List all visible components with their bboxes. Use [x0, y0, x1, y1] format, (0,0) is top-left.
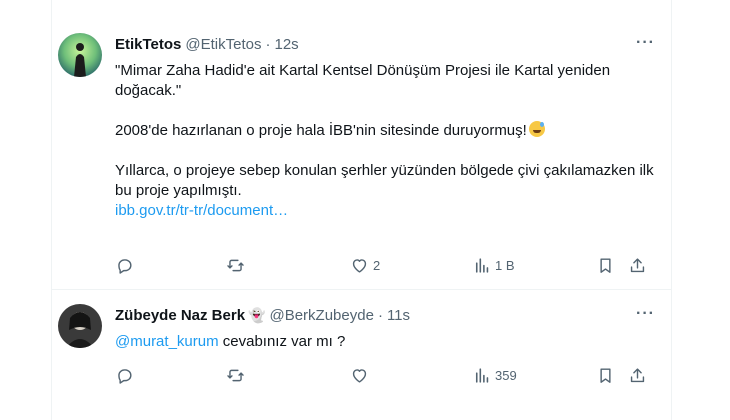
reply-icon	[118, 369, 132, 384]
reply-icon	[118, 259, 132, 274]
share-icon	[630, 368, 645, 383]
tweet-header: EtikTetos @EtikTetos · 12s	[115, 36, 299, 53]
retweet-button[interactable]	[226, 256, 245, 275]
retweet-button[interactable]	[226, 366, 245, 385]
separator-dot: ·	[265, 36, 271, 53]
timestamp[interactable]: 11s	[387, 307, 410, 324]
mention-link[interactable]: @murat_kurum	[115, 333, 219, 350]
like-icon	[352, 369, 367, 383]
tweet-link[interactable]: ibb.gov.tr/tr-tr/document…	[115, 202, 288, 219]
retweet-icon	[227, 369, 244, 382]
more-options-icon[interactable]: ···	[636, 305, 655, 323]
like-icon	[352, 259, 367, 273]
tweet-paragraph-text: 2008'de hazırlanan o proje hala İBB'nin …	[115, 122, 527, 139]
tweet-paragraph: Yıllarca, o projeye sebep konulan şerhle…	[115, 162, 654, 199]
bookmark-icon	[600, 368, 611, 383]
views-count: 359	[495, 368, 517, 383]
bookmark-button[interactable]	[596, 366, 615, 385]
views-icon	[475, 258, 489, 273]
tweet-text: @murat_kurum cevabınız var mı ?	[115, 332, 655, 352]
tweet[interactable]: Zübeyde Naz Berk 👻 @BerkZubeyde · 11s ··…	[52, 290, 671, 400]
action-bar: 359	[115, 366, 658, 388]
retweet-icon	[227, 259, 244, 272]
tweet-text: "Mimar Zaha Hadid'e ait Kartal Kentsel D…	[115, 61, 655, 221]
like-count: 2	[373, 258, 381, 273]
author-handle[interactable]: @BerkZubeyde	[269, 307, 373, 324]
timestamp[interactable]: 12s	[275, 36, 299, 53]
share-button[interactable]	[628, 366, 647, 385]
like-button[interactable]	[350, 366, 369, 385]
reply-text: cevabınız var mı ?	[218, 333, 346, 350]
bookmark-button[interactable]	[596, 256, 615, 275]
share-button[interactable]	[628, 256, 647, 275]
more-options-icon[interactable]: ···	[636, 34, 655, 52]
avatar[interactable]	[58, 33, 102, 77]
reply-button[interactable]	[115, 366, 134, 385]
bookmark-icon	[600, 258, 611, 273]
like-button[interactable]: 2	[350, 256, 380, 275]
reply-button[interactable]	[115, 256, 134, 275]
views-count: 1 B	[495, 258, 515, 273]
timeline-border-right	[671, 0, 672, 420]
ghost-emoji-icon: 👻	[248, 307, 266, 323]
tweet-header: Zübeyde Naz Berk 👻 @BerkZubeyde · 11s	[115, 307, 410, 324]
tweet[interactable]: EtikTetos @EtikTetos · 12s ··· "Mimar Za…	[52, 20, 671, 289]
views-button[interactable]: 1 B	[472, 256, 515, 275]
action-bar: 2 1 B	[115, 256, 658, 278]
author-handle[interactable]: @EtikTetos	[185, 36, 261, 53]
share-icon	[630, 258, 645, 273]
author-name[interactable]: Zübeyde Naz Berk	[115, 307, 245, 324]
tweet-paragraph: 2008'de hazırlanan o proje hala İBB'nin …	[115, 121, 655, 141]
tweet-paragraph: "Mimar Zaha Hadid'e ait Kartal Kentsel D…	[115, 62, 611, 99]
avatar[interactable]	[58, 304, 102, 348]
views-icon	[475, 368, 489, 383]
grinning-sweat-emoji-icon	[528, 121, 545, 137]
separator-dot: ·	[377, 307, 383, 324]
author-name[interactable]: EtikTetos	[115, 36, 181, 53]
views-button[interactable]: 359	[472, 366, 517, 385]
